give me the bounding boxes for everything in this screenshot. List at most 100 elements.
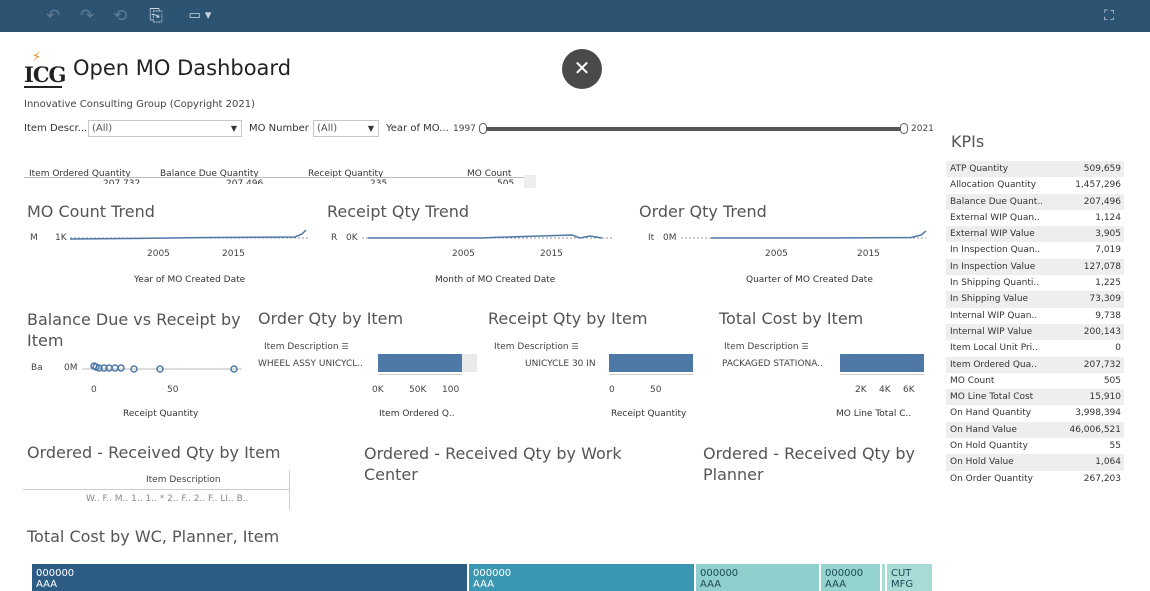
kpi-row[interactable]: External WIP Quan.. 1,124 xyxy=(946,210,1124,226)
copyright-text: Innovative Consulting Group (Copyright 2… xyxy=(24,99,255,110)
refresh-icon[interactable]: ⎘ xyxy=(148,5,164,27)
y-tick: 0M xyxy=(663,233,677,243)
total-cost-by-item-title: Total Cost by Item xyxy=(719,309,864,328)
pause-updates-icon[interactable]: ▭ ▾ xyxy=(180,5,220,27)
kpi-row[interactable]: In Inspection Quan.. 7,019 xyxy=(946,242,1124,258)
x-tick: 4K xyxy=(879,385,891,395)
kpi-row[interactable]: In Inspection Value 127,078 xyxy=(946,258,1124,276)
y-axis-label: It xyxy=(648,233,655,243)
kpi-row[interactable]: Balance Due Quant.. 207,496 xyxy=(946,193,1124,210)
axis-title: MO Line Total C.. xyxy=(836,409,912,419)
x-tick: 2005 xyxy=(452,249,475,259)
kpi-row[interactable]: MO Line Total Cost 15,910 xyxy=(946,389,1124,406)
kpis-table: ATP Quantity 509,659 Allocation Quantity 1… xyxy=(946,161,1124,487)
order-qty-trend-chart[interactable] xyxy=(681,229,927,245)
year-slider-track[interactable] xyxy=(484,127,902,131)
logo-text: ICG xyxy=(24,62,66,87)
row-label: WHEEL ASSY UNICYCL.. xyxy=(258,359,363,369)
dashboard: ⚡ ICG Open MO Dashboard ✕ Innovative Con… xyxy=(0,32,1150,591)
item-description-filter-value: (All) xyxy=(92,123,113,134)
sort-icon: ☰ xyxy=(341,342,349,351)
balance-vs-receipt-title: Balance Due vs Receipt by Item xyxy=(27,310,241,350)
axis-title: Receipt Quantity xyxy=(611,409,687,419)
column-header[interactable]: Item Description ☰ xyxy=(264,342,349,352)
kpi-row[interactable]: Internal WIP Quan.. 9,738 xyxy=(946,308,1124,324)
year-slider-max: 2021 xyxy=(911,124,934,134)
order-qty-trend-title: Order Qty Trend xyxy=(639,202,767,221)
kpi-row[interactable]: On Order Quantity 267,203 xyxy=(946,471,1124,487)
kpi-row[interactable]: Internal WIP Value 200,143 xyxy=(946,323,1124,341)
kpi-clip xyxy=(24,184,536,192)
kpi-row[interactable]: Allocation Quantity 1,457,296 xyxy=(946,177,1124,193)
x-tick: 0 xyxy=(91,385,97,395)
mo-count-trend-chart[interactable] xyxy=(69,229,320,245)
x-tick: 50 xyxy=(650,385,662,395)
y-tick: 0M xyxy=(64,363,78,373)
receipt-qty-trend-chart[interactable] xyxy=(362,229,622,245)
order-qty-by-item-title: Order Qty by Item xyxy=(258,309,404,328)
kpi-row[interactable]: Item Local Unit Pri.. 0 xyxy=(946,340,1124,356)
fullscreen-icon[interactable]: ⛶ xyxy=(1100,5,1118,27)
y-axis-label: M xyxy=(30,233,38,243)
kpi-row[interactable]: In Shipping Quanti.. 1,225 xyxy=(946,275,1124,291)
treemap-cell[interactable] xyxy=(882,564,885,591)
bar[interactable] xyxy=(609,354,693,372)
row-label: PACKAGED STATIONA.. xyxy=(722,359,823,369)
sort-icon: ☰ xyxy=(571,342,579,351)
x-tick: 0 xyxy=(609,385,615,395)
x-tick: 2015 xyxy=(222,249,245,259)
axis-line xyxy=(378,374,462,375)
year-slider-min-handle[interactable] xyxy=(479,123,487,134)
receipt-qty-trend-title: Receipt Qty Trend xyxy=(327,202,470,221)
kpis-title: KPIs xyxy=(951,132,985,151)
redo-icon[interactable]: ↷ xyxy=(80,5,94,27)
item-description-filter-label: Item Descr... xyxy=(24,123,88,134)
column-header[interactable]: Item Description ☰ xyxy=(724,342,809,352)
kpi-row[interactable]: MO Count 505 xyxy=(946,373,1124,389)
kpi-row[interactable]: On Hold Value 1,064 xyxy=(946,454,1124,471)
axis-title: Year of MO Created Date xyxy=(134,275,246,285)
kpi-row[interactable]: External WIP Value 3,905 xyxy=(946,226,1124,243)
axis-title: Receipt Quantity xyxy=(123,409,199,419)
divider xyxy=(24,177,536,178)
item-description-filter[interactable]: (All) ▼ xyxy=(88,120,242,137)
page-title: Open MO Dashboard xyxy=(73,56,292,80)
mo-count-trend-title: MO Count Trend xyxy=(27,202,155,221)
close-button[interactable]: ✕ xyxy=(562,49,602,89)
balance-vs-receipt-scatter[interactable] xyxy=(82,361,242,377)
bar[interactable] xyxy=(840,354,924,372)
revert-icon[interactable]: ⟲ xyxy=(113,5,127,27)
kpi-row[interactable]: On Hand Quantity 3,998,394 xyxy=(946,405,1124,421)
logo-underline xyxy=(24,86,62,88)
chevron-down-icon: ▼ xyxy=(367,124,374,133)
treemap-cell[interactable]: CUT MFG xyxy=(887,564,932,591)
mo-number-filter[interactable]: (All) ▼ xyxy=(313,120,379,137)
y-axis-label: R xyxy=(331,233,338,243)
axis-title: Month of MO Created Date xyxy=(435,275,556,285)
axis-line xyxy=(840,374,924,375)
x-tick: 2005 xyxy=(147,249,170,259)
x-tick: 2005 xyxy=(765,249,788,259)
treemap-cell[interactable]: 000000 AAA xyxy=(469,564,694,591)
kpi-row[interactable]: On Hand Value 46,006,521 xyxy=(946,421,1124,439)
scrollbar[interactable] xyxy=(462,354,477,372)
receipt-qty-by-item-title: Receipt Qty by Item xyxy=(488,309,648,328)
year-slider-max-handle[interactable] xyxy=(900,123,908,134)
treemap-cell[interactable]: 000000 AAA xyxy=(821,564,880,591)
kpi-row[interactable]: Item Ordered Qua.. 207,732 xyxy=(946,356,1124,373)
x-tick: 100 xyxy=(442,385,460,395)
axis-title: Item Ordered Q.. xyxy=(379,409,455,419)
column-header[interactable]: Item Description xyxy=(146,475,221,485)
kpi-row[interactable]: On Hold Quantity 55 xyxy=(946,438,1124,454)
column-header[interactable]: Item Description ☰ xyxy=(494,342,579,352)
undo-icon[interactable]: ↶ xyxy=(46,5,60,27)
treemap-cell[interactable]: 000000 AAA xyxy=(696,564,819,591)
treemap-cell[interactable]: 000000 AAA xyxy=(32,564,467,591)
kpi-row[interactable]: In Shipping Value 73,309 xyxy=(946,291,1124,308)
bar[interactable] xyxy=(378,354,462,372)
kpi-row[interactable]: ATP Quantity 509,659 xyxy=(946,161,1124,178)
x-tick: 50 xyxy=(167,385,179,395)
scrollbar[interactable] xyxy=(524,175,536,188)
ordered-received-by-wc-title: Ordered - Received Qty by Work Center xyxy=(364,444,622,484)
ordered-received-by-item-title: Ordered - Received Qty by Item xyxy=(27,443,281,462)
